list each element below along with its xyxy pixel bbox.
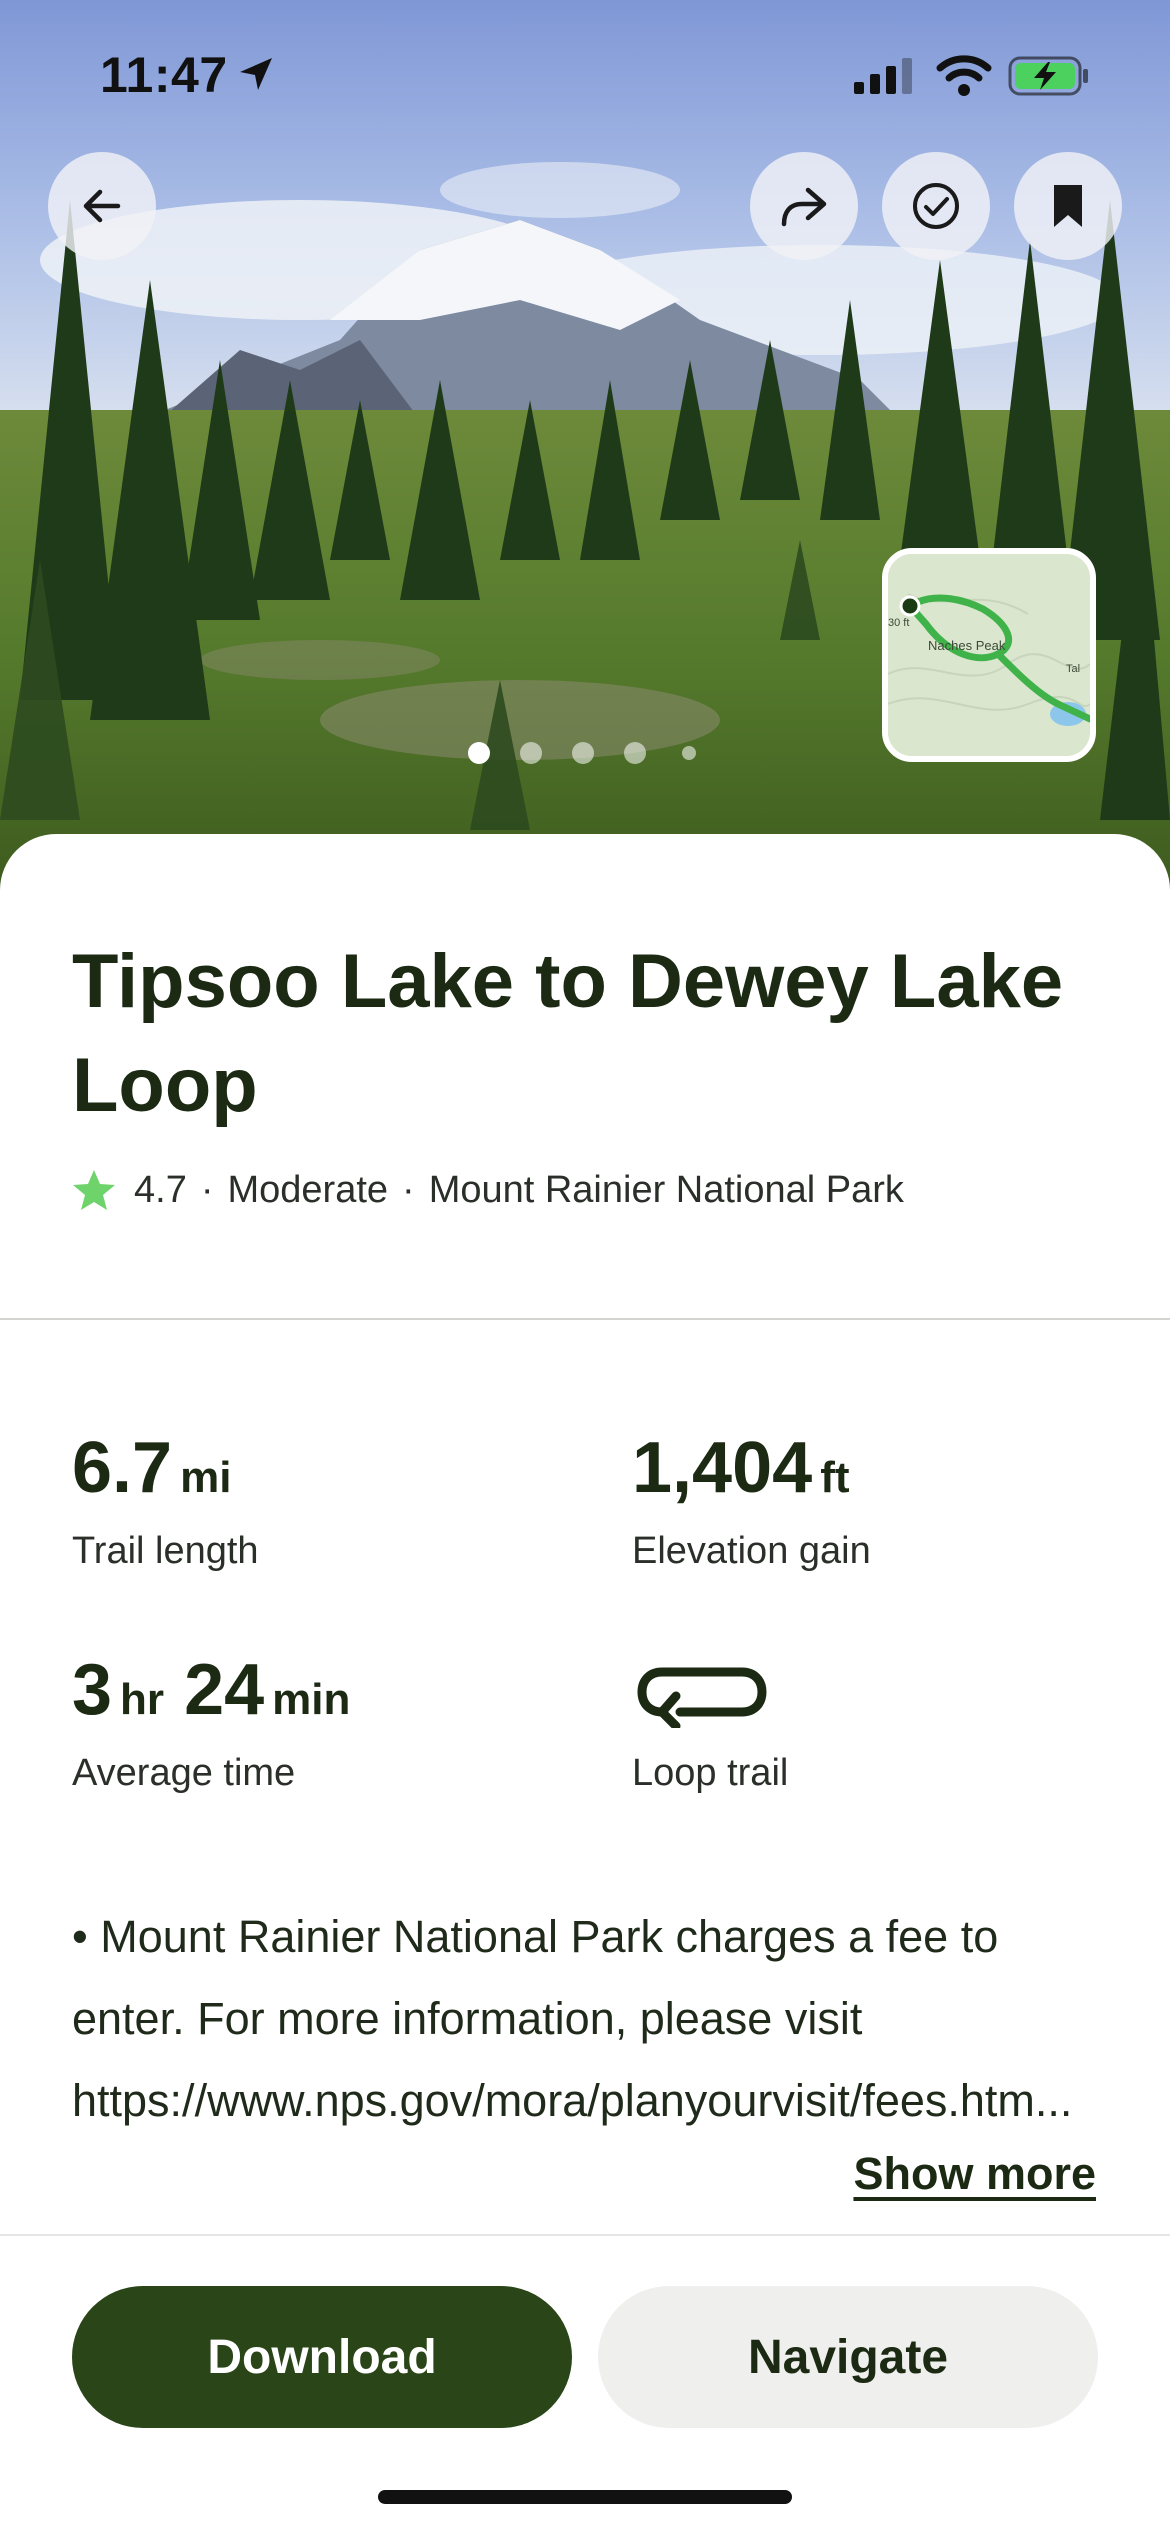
trail-description: • Mount Rainier National Park charges a … — [72, 1911, 1073, 2126]
save-button[interactable] — [1014, 152, 1122, 260]
pager-dot[interactable] — [520, 742, 542, 764]
location-arrow-icon — [240, 58, 272, 90]
mark-completed-button[interactable] — [882, 152, 990, 260]
trail-rating: 4.7 — [134, 1168, 187, 1211]
trail-difficulty: Moderate — [227, 1168, 389, 1211]
elevation-gain-label: Elevation gain — [632, 1530, 871, 1572]
time-minutes-unit: min — [272, 1675, 351, 1724]
trail-title: Tipsoo Lake to Dewey Lake Loop — [72, 939, 1064, 1128]
back-arrow-icon — [83, 189, 121, 223]
meta-separator: · — [200, 1168, 214, 1211]
home-indicator[interactable] — [378, 2490, 792, 2504]
show-more-link[interactable]: Show more — [853, 2148, 1096, 2200]
back-button[interactable] — [48, 152, 156, 260]
battery-charging-icon — [1008, 56, 1088, 96]
status-bar: 11:47 — [0, 0, 1170, 150]
route-type-label: Loop trail — [632, 1752, 789, 1794]
time-hours: 3 — [72, 1650, 113, 1730]
elevation-number: 1,404 — [632, 1428, 813, 1508]
loop-icon — [637, 1667, 767, 1728]
time-minutes: 24 — [184, 1650, 265, 1730]
status-time: 11:47 — [100, 47, 228, 103]
pager-dot[interactable] — [682, 746, 696, 760]
checkmark-circle-icon — [913, 183, 959, 229]
pager-dot[interactable] — [468, 742, 490, 764]
map-label-peak: Naches Peak — [928, 638, 1006, 653]
download-button[interactable]: Download — [72, 2286, 572, 2428]
section-divider — [0, 1318, 1170, 1320]
average-time-value: 3 hr 24 min — [72, 1654, 350, 1726]
map-label-elevation: 30 ft — [888, 617, 909, 629]
length-unit: mi — [180, 1453, 232, 1502]
photo-pager[interactable] — [460, 742, 710, 766]
elevation-unit: ft — [820, 1453, 850, 1502]
length-number: 6.7 — [72, 1428, 173, 1508]
map-label-side: Tal — [1066, 663, 1080, 675]
share-icon — [781, 187, 827, 227]
trail-meta: 4.7 · Moderate · Mount Rainier National … — [72, 1164, 904, 1216]
trail-park-link[interactable]: Mount Rainier National Park — [429, 1169, 904, 1212]
hero-photo[interactable]: 11:47 Naches Peak 30 ft Tal — [0, 0, 1170, 900]
map-thumbnail[interactable]: Naches Peak 30 ft Tal — [882, 548, 1096, 762]
trail-map: Naches Peak 30 ft Tal — [888, 554, 1090, 756]
pager-dot[interactable] — [624, 742, 646, 764]
trail-length-value: 6.7 mi — [72, 1432, 231, 1504]
average-time-label: Average time — [72, 1752, 296, 1794]
cellular-signal-icon — [854, 58, 912, 94]
time-hours-unit: hr — [120, 1675, 165, 1724]
trail-length-label: Trail length — [72, 1530, 259, 1572]
star-icon — [72, 1169, 116, 1211]
elevation-gain-value: 1,404 ft — [632, 1432, 850, 1504]
meta-separator: · — [402, 1168, 415, 1211]
bottom-bar-divider — [0, 2234, 1170, 2236]
share-button[interactable] — [750, 152, 858, 260]
pager-dot[interactable] — [572, 742, 594, 764]
bookmark-icon — [1054, 185, 1082, 227]
navigate-button[interactable]: Navigate — [598, 2286, 1098, 2428]
wifi-icon — [936, 55, 992, 96]
